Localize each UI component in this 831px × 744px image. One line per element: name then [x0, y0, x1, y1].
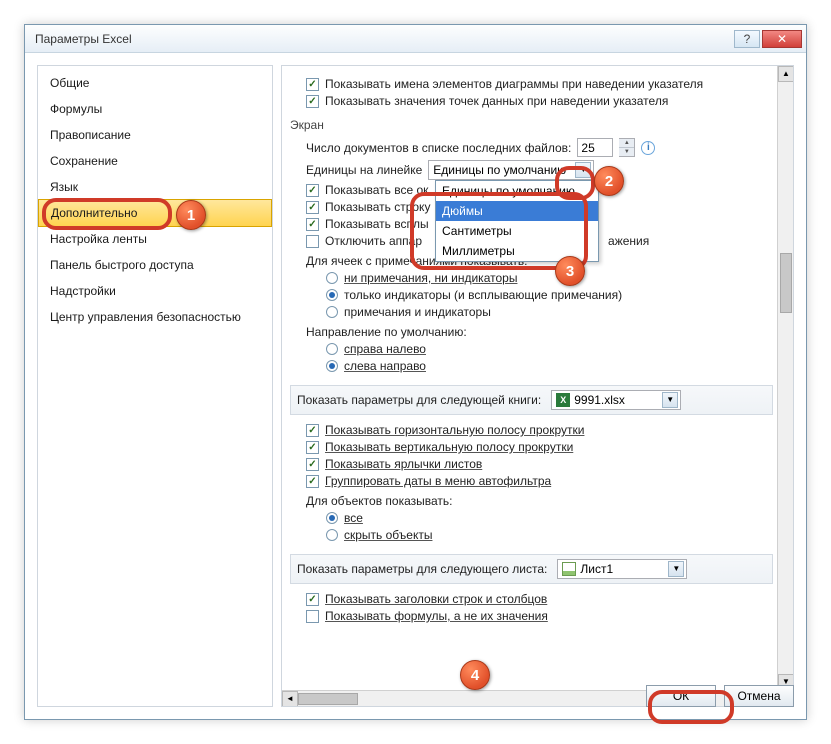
- combo-ruler-value: Единицы по умолчанию: [433, 163, 571, 177]
- help-button[interactable]: ?: [734, 30, 760, 48]
- label-chart-names: Показывать имена элементов диаграммы при…: [325, 77, 703, 91]
- label-headers: Показывать заголовки строк и столбцов: [325, 592, 547, 606]
- options-dialog: Параметры Excel ? ✕ Общие Формулы Правоп…: [24, 24, 807, 720]
- close-button[interactable]: ✕: [762, 30, 802, 48]
- label-ltr: слева направо: [344, 359, 426, 373]
- label-comments-both: примечания и индикаторы: [344, 305, 491, 319]
- nav-save[interactable]: Сохранение: [38, 148, 272, 174]
- combo-sheet-value: Лист1: [580, 562, 664, 576]
- check-chart-names[interactable]: [306, 78, 319, 91]
- check-datapoint-values[interactable]: [306, 95, 319, 108]
- radio-objects-hide[interactable]: [326, 529, 338, 541]
- scroll-up-icon[interactable]: ▲: [778, 66, 794, 82]
- close-icon: ✕: [777, 32, 787, 46]
- label-ruler-units: Единицы на линейке: [306, 163, 422, 177]
- radio-objects-all[interactable]: [326, 512, 338, 524]
- nav-formulas[interactable]: Формулы: [38, 96, 272, 122]
- radio-ltr[interactable]: [326, 360, 338, 372]
- window-title: Параметры Excel: [35, 32, 732, 46]
- label-comments-none: ни примечания, ни индикаторы: [344, 271, 517, 285]
- dropdown-ruler-units: Единицы по умолчанию Дюймы Сантиметры Ми…: [435, 180, 599, 262]
- label-all-windows: Показывать все ок: [325, 183, 428, 197]
- label-sheet-section: Показать параметры для следующего листа:: [297, 562, 547, 576]
- nav-trust[interactable]: Центр управления безопасностью: [38, 304, 272, 330]
- section-sheet: Показать параметры для следующего листа:…: [290, 554, 773, 584]
- scroll-left-icon[interactable]: ◄: [282, 691, 298, 707]
- nav-addins[interactable]: Надстройки: [38, 278, 272, 304]
- check-hscroll[interactable]: [306, 424, 319, 437]
- chevron-down-icon[interactable]: ▼: [662, 392, 678, 408]
- category-sidebar: Общие Формулы Правописание Сохранение Яз…: [37, 65, 273, 707]
- radio-comments-none[interactable]: [326, 272, 338, 284]
- nav-qat[interactable]: Панель быстрого доступа: [38, 252, 272, 278]
- label-hscroll: Показывать горизонтальную полосу прокрут…: [325, 423, 584, 437]
- scroll-thumb[interactable]: [780, 253, 792, 313]
- opt-centimeters[interactable]: Сантиметры: [436, 221, 598, 241]
- section-screen: Экран: [290, 118, 773, 132]
- label-tooltips: Показывать всплы: [325, 217, 429, 231]
- check-group-dates[interactable]: [306, 475, 319, 488]
- label-datapoint-values: Показывать значения точек данных при нав…: [325, 94, 668, 108]
- nav-advanced[interactable]: Дополнительно: [38, 199, 272, 227]
- check-headers[interactable]: [306, 593, 319, 606]
- info-icon[interactable]: i: [641, 141, 655, 155]
- section-workbook: Показать параметры для следующей книги: …: [290, 385, 773, 415]
- combo-workbook[interactable]: X 9991.xlsx ▼: [551, 390, 681, 410]
- scroll-thumb-h[interactable]: [298, 693, 358, 705]
- radio-comments-indicator[interactable]: [326, 289, 338, 301]
- annotation-badge-3: 3: [555, 256, 585, 286]
- spinner-recent-docs[interactable]: ▲▼: [619, 138, 635, 157]
- label-formula-bar: Показывать строку: [325, 200, 430, 214]
- chevron-down-icon[interactable]: ▼: [668, 561, 684, 577]
- check-formulas[interactable]: [306, 610, 319, 623]
- label-objects-header: Для объектов показывать:: [306, 494, 773, 508]
- check-formula-bar[interactable]: [306, 201, 319, 214]
- label-group-dates: Группировать даты в меню автофильтра: [325, 474, 551, 488]
- help-icon: ?: [744, 32, 751, 46]
- content-panel: Показывать имена элементов диаграммы при…: [281, 65, 794, 707]
- check-tooltips[interactable]: [306, 218, 319, 231]
- label-direction-header: Направление по умолчанию:: [306, 325, 773, 339]
- vertical-scrollbar[interactable]: ▲ ▼: [777, 66, 793, 690]
- label-workbook-section: Показать параметры для следующей книги:: [297, 393, 541, 407]
- dialog-footer: ОК Отмена: [646, 685, 794, 707]
- annotation-badge-4: 4: [460, 660, 490, 690]
- label-vscroll: Показывать вертикальную полосу прокрутки: [325, 440, 573, 454]
- sheet-icon: [562, 562, 576, 576]
- nav-ribbon[interactable]: Настройка ленты: [38, 226, 272, 252]
- label-hw-accel: Отключить аппар: [325, 234, 422, 248]
- annotation-badge-1: 1: [176, 200, 206, 230]
- check-vscroll[interactable]: [306, 441, 319, 454]
- combo-ruler-units[interactable]: Единицы по умолчанию ▼: [428, 160, 594, 180]
- cancel-button[interactable]: Отмена: [724, 685, 794, 707]
- label-objects-hide: скрыть объекты: [344, 528, 432, 542]
- label-objects-all: все: [344, 511, 363, 525]
- combo-workbook-value: 9991.xlsx: [574, 393, 658, 407]
- label-rtl: справа налево: [344, 342, 426, 356]
- nav-proofing[interactable]: Правописание: [38, 122, 272, 148]
- input-recent-docs[interactable]: [577, 138, 613, 157]
- check-all-windows[interactable]: [306, 184, 319, 197]
- radio-rtl[interactable]: [326, 343, 338, 355]
- label-sheet-tabs: Показывать ярлычки листов: [325, 457, 482, 471]
- annotation-badge-2: 2: [594, 166, 624, 196]
- combo-sheet[interactable]: Лист1 ▼: [557, 559, 687, 579]
- label-recent-docs: Число документов в списке последних файл…: [306, 141, 571, 155]
- excel-icon: X: [556, 393, 570, 407]
- nav-general[interactable]: Общие: [38, 70, 272, 96]
- radio-comments-both[interactable]: [326, 306, 338, 318]
- nav-language[interactable]: Язык: [38, 174, 272, 200]
- check-hw-accel[interactable]: [306, 235, 319, 248]
- opt-default[interactable]: Единицы по умолчанию: [436, 181, 598, 201]
- titlebar: Параметры Excel ? ✕: [25, 25, 806, 53]
- ok-button[interactable]: ОК: [646, 685, 716, 707]
- label-comments-indicator: только индикаторы (и всплывающие примеча…: [344, 288, 622, 302]
- label-formulas: Показывать формулы, а не их значения: [325, 609, 548, 623]
- label-hw-accel-suffix: ажения: [608, 234, 649, 248]
- opt-inches[interactable]: Дюймы: [436, 201, 598, 221]
- check-sheet-tabs[interactable]: [306, 458, 319, 471]
- chevron-down-icon[interactable]: ▼: [575, 162, 591, 178]
